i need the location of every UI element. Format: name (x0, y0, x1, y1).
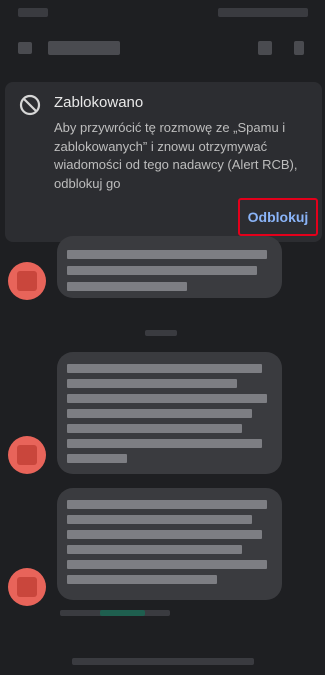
blocked-banner: Zablokowano Aby przywrócić tę rozmowę ze… (5, 82, 322, 242)
status-bar (0, 0, 325, 28)
message-bubble[interactable] (57, 236, 282, 298)
message-text-blur (67, 379, 237, 388)
conversation-title-blur (48, 41, 120, 55)
message-text-blur (67, 545, 242, 554)
message-text-blur (67, 250, 267, 259)
sender-avatar (8, 568, 46, 606)
status-time-blur (18, 8, 48, 17)
banner-description: Aby przywrócić tę rozmowę ze „Spamu i za… (54, 120, 298, 191)
more-options-icon[interactable] (294, 41, 304, 55)
top-app-bar (0, 28, 325, 72)
message-text-blur (67, 500, 267, 509)
message-text-blur (67, 454, 127, 463)
message-text-blur (67, 575, 217, 584)
back-icon[interactable] (18, 42, 32, 54)
timestamp-blur (145, 330, 177, 336)
message-text-blur (67, 266, 257, 275)
footer-text-blur (72, 658, 254, 665)
message-text-blur (67, 409, 252, 418)
block-icon (19, 94, 41, 116)
unblock-button[interactable]: Odblokuj (238, 198, 318, 236)
message-bubble[interactable] (57, 488, 282, 600)
message-text-blur (67, 394, 267, 403)
message-text-blur (67, 424, 242, 433)
sender-avatar (8, 436, 46, 474)
banner-title: Zablokowano (54, 94, 144, 111)
message-text-blur (67, 530, 262, 539)
message-text-blur (67, 560, 267, 569)
message-text-blur (67, 282, 187, 291)
message-bubble[interactable] (57, 352, 282, 474)
message-text-blur (67, 439, 262, 448)
message-text-blur (67, 515, 252, 524)
sender-avatar (8, 262, 46, 300)
message-status-accent (100, 610, 145, 616)
call-icon[interactable] (258, 41, 272, 55)
status-icons-blur (218, 8, 308, 17)
message-text-blur (67, 364, 262, 373)
